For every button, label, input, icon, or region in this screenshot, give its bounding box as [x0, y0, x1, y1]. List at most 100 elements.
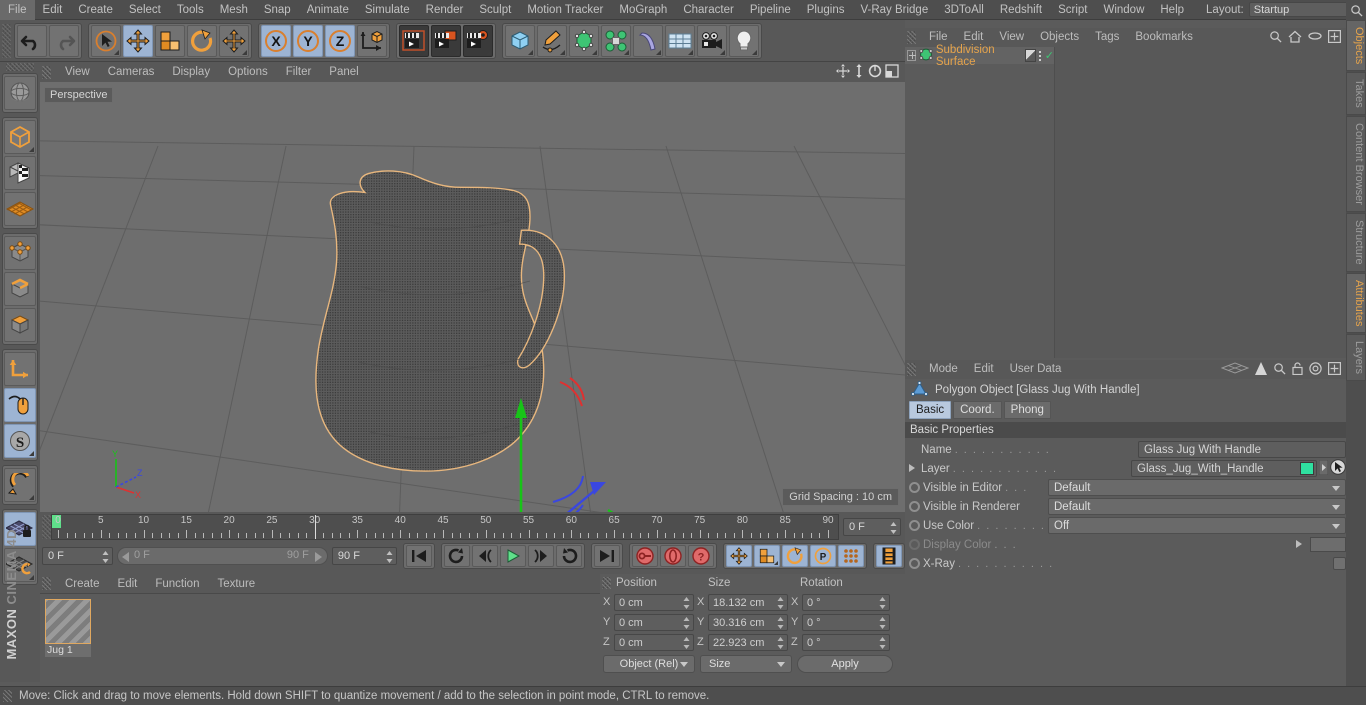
spinner-icon[interactable] — [386, 551, 393, 563]
vertical-tab-attributes[interactable]: Attributes — [1346, 272, 1366, 334]
material-menu-texture[interactable]: Texture — [208, 574, 264, 594]
visible-in-editor-field[interactable]: Default — [1048, 479, 1346, 496]
magnet-tool-button[interactable] — [4, 468, 36, 502]
spinner-icon[interactable] — [879, 616, 886, 634]
scale-tool[interactable] — [155, 24, 185, 57]
rotation-z-field[interactable]: 0 ° — [802, 633, 890, 651]
vertical-tab-structure[interactable]: Structure — [1346, 212, 1366, 272]
go-to-end-button[interactable] — [594, 545, 620, 567]
viewport-canvas[interactable]: Perspective Grid Spacing : 10 cm Y X Z — [40, 82, 905, 512]
viewport-menu-filter[interactable]: Filter — [277, 62, 321, 82]
edges-mode-button[interactable] — [4, 272, 36, 306]
coordinates-apply-button[interactable]: Apply — [797, 655, 893, 673]
attributes-menu-edit[interactable]: Edit — [966, 360, 1002, 379]
x-ray-field[interactable] — [1333, 557, 1346, 570]
name-field[interactable]: Glass Jug With Handle — [1138, 441, 1346, 458]
spinner-icon[interactable] — [102, 551, 109, 563]
polygons-mode-button[interactable] — [4, 308, 36, 342]
play-backwards-loop-button[interactable] — [444, 545, 470, 567]
menu-item-create[interactable]: Create — [70, 0, 121, 20]
lock-icon[interactable] — [1292, 361, 1303, 378]
rotate-view-icon[interactable] — [868, 64, 882, 81]
keyframe-selection-button[interactable]: ? — [688, 545, 714, 567]
menu-item-help[interactable]: Help — [1152, 0, 1192, 20]
material-item[interactable]: Jug 1 — [45, 599, 91, 657]
world-object-coordinates[interactable] — [357, 24, 387, 57]
menu-item-mesh[interactable]: Mesh — [212, 0, 256, 20]
vertical-tab-content-browser[interactable]: Content Browser — [1346, 116, 1366, 212]
soft-selection-button[interactable]: S — [4, 424, 36, 458]
search-icon[interactable] — [1273, 362, 1286, 378]
material-manager-grip[interactable] — [42, 577, 51, 590]
object-tree[interactable]: Subdivision Surface ✓ — [905, 44, 1055, 358]
animate-radio-icon[interactable] — [909, 501, 920, 512]
undo-button[interactable] — [17, 24, 47, 57]
menu-item-script[interactable]: Script — [1050, 0, 1095, 20]
coordinates-mode-dropdown[interactable]: Object (Rel) — [603, 655, 695, 673]
expand-arrow-icon[interactable] — [909, 463, 918, 475]
target-icon[interactable] — [1309, 361, 1322, 378]
animate-radio-icon[interactable] — [909, 482, 920, 493]
coordinates-size-dropdown[interactable]: Size — [700, 655, 792, 673]
menu-item-tools[interactable]: Tools — [169, 0, 212, 20]
menu-item-edit[interactable]: Edit — [35, 0, 71, 20]
menu-item-pipeline[interactable]: Pipeline — [742, 0, 799, 20]
menu-item-window[interactable]: Window — [1095, 0, 1152, 20]
layer-pick-icon[interactable] — [1330, 459, 1346, 478]
search-icon[interactable] — [1269, 30, 1282, 46]
animate-radio-icon[interactable] — [909, 520, 920, 531]
spinner-icon[interactable] — [683, 616, 690, 634]
display-color-field[interactable] — [1310, 537, 1346, 552]
previous-frame-button[interactable] — [472, 545, 498, 567]
object-manager-body[interactable]: Subdivision Surface ✓ — [905, 44, 1346, 358]
visibility-check-icon[interactable]: ✓ — [1045, 49, 1054, 62]
toolbar-grip[interactable] — [2, 23, 11, 58]
position-key-button[interactable] — [726, 545, 752, 567]
viewport-menu-view[interactable]: View — [56, 62, 99, 82]
position-z-field[interactable]: 0 cm — [614, 633, 694, 651]
record-active-objects-button[interactable] — [632, 545, 658, 567]
vertical-tab-objects[interactable]: Objects — [1346, 20, 1366, 72]
texture-mode-button[interactable] — [4, 156, 36, 190]
menu-item-mograph[interactable]: MoGraph — [611, 0, 675, 20]
make-editable-globe-button[interactable] — [4, 76, 36, 110]
size-x-field[interactable]: 18.132 cm — [708, 593, 788, 614]
layer-field[interactable]: Glass_Jug_With_Handle — [1131, 459, 1346, 478]
add-cube-button[interactable] — [505, 24, 535, 57]
rotation-y-field[interactable]: 0 ° — [802, 613, 890, 634]
lock-y-axis[interactable]: Y — [293, 24, 323, 57]
menu-item-v-ray-bridge[interactable]: V-Ray Bridge — [852, 0, 936, 20]
spinner-icon[interactable] — [777, 596, 784, 614]
add-bend-deformer-button[interactable] — [633, 24, 663, 57]
layer-dropdown-arrow-icon[interactable] — [1318, 459, 1329, 478]
timeline-start-field[interactable]: 0 F — [42, 547, 113, 565]
maximize-view-icon[interactable] — [885, 63, 899, 81]
status-bar-grip[interactable] — [3, 690, 12, 702]
timeline-range-slider[interactable]: 0 F 90 F — [116, 547, 328, 565]
coordinates-grip[interactable] — [602, 577, 611, 589]
plus-box-icon[interactable] — [1328, 29, 1342, 46]
menu-item-character[interactable]: Character — [675, 0, 742, 20]
menu-item-snap[interactable]: Snap — [256, 0, 299, 20]
use-color-field[interactable]: Off — [1048, 517, 1346, 534]
timeline-range-right-arrow-icon[interactable] — [314, 552, 323, 565]
plane-wire-icon[interactable] — [1220, 362, 1250, 377]
home-icon[interactable] — [1288, 30, 1302, 46]
redo-button[interactable] — [49, 24, 79, 57]
next-frame-button[interactable] — [528, 545, 554, 567]
points-mode-button[interactable] — [4, 236, 36, 270]
render-view-button[interactable] — [399, 24, 429, 57]
menu-item-file[interactable]: File — [0, 0, 35, 20]
menu-item-3dtoall[interactable]: 3DToAll — [936, 0, 992, 20]
rotation-x-field[interactable]: 0 ° — [802, 593, 890, 614]
object-menu-bookmarks[interactable]: Bookmarks — [1127, 28, 1201, 47]
menu-item-select[interactable]: Select — [121, 0, 169, 20]
spinner-icon[interactable] — [879, 596, 886, 614]
menu-item-simulate[interactable]: Simulate — [357, 0, 418, 20]
expand-icon[interactable] — [907, 50, 916, 61]
attributes-tab-phong[interactable]: Phong — [1003, 401, 1051, 419]
attributes-menu-mode[interactable]: Mode — [921, 360, 966, 379]
layer-color-swatch[interactable] — [1300, 462, 1314, 475]
animate-radio-icon[interactable] — [909, 539, 920, 550]
menu-item-render[interactable]: Render — [418, 0, 472, 20]
